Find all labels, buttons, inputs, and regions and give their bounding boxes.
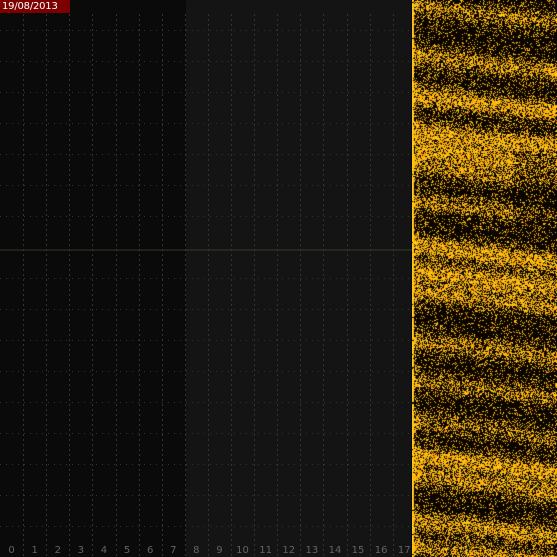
x-axis-label: 11 [259, 545, 272, 556]
x-axis-label: 5 [124, 545, 130, 556]
x-axis-label: 7 [170, 545, 176, 556]
x-axis-label: 9 [216, 545, 222, 556]
heatmap-canvas [412, 0, 557, 557]
horizontal-grid-lines [0, 30, 412, 527]
x-axis-label: 8 [193, 545, 199, 556]
x-axis-label: 12 [282, 545, 295, 556]
x-axis-label: 4 [101, 545, 107, 556]
x-axis-label: 15 [352, 545, 365, 556]
x-axis-label: 14 [329, 545, 342, 556]
date-badge: 19/08/2013 [0, 0, 70, 13]
x-axis-label: 17 [398, 545, 411, 556]
x-axis-label: 16 [375, 545, 388, 556]
x-axis-label: 0 [8, 545, 14, 556]
x-axis-label: 6 [147, 545, 153, 556]
vertical-grid-lines [23, 14, 394, 557]
x-axis-label: 1 [31, 545, 37, 556]
x-axis-label: 3 [78, 545, 84, 556]
x-axis-label: 2 [55, 545, 61, 556]
app-window: 012345678910111213141516171819202122 19/… [0, 0, 557, 557]
x-axis-label: 10 [236, 545, 249, 556]
x-axis-label: 13 [305, 545, 318, 556]
